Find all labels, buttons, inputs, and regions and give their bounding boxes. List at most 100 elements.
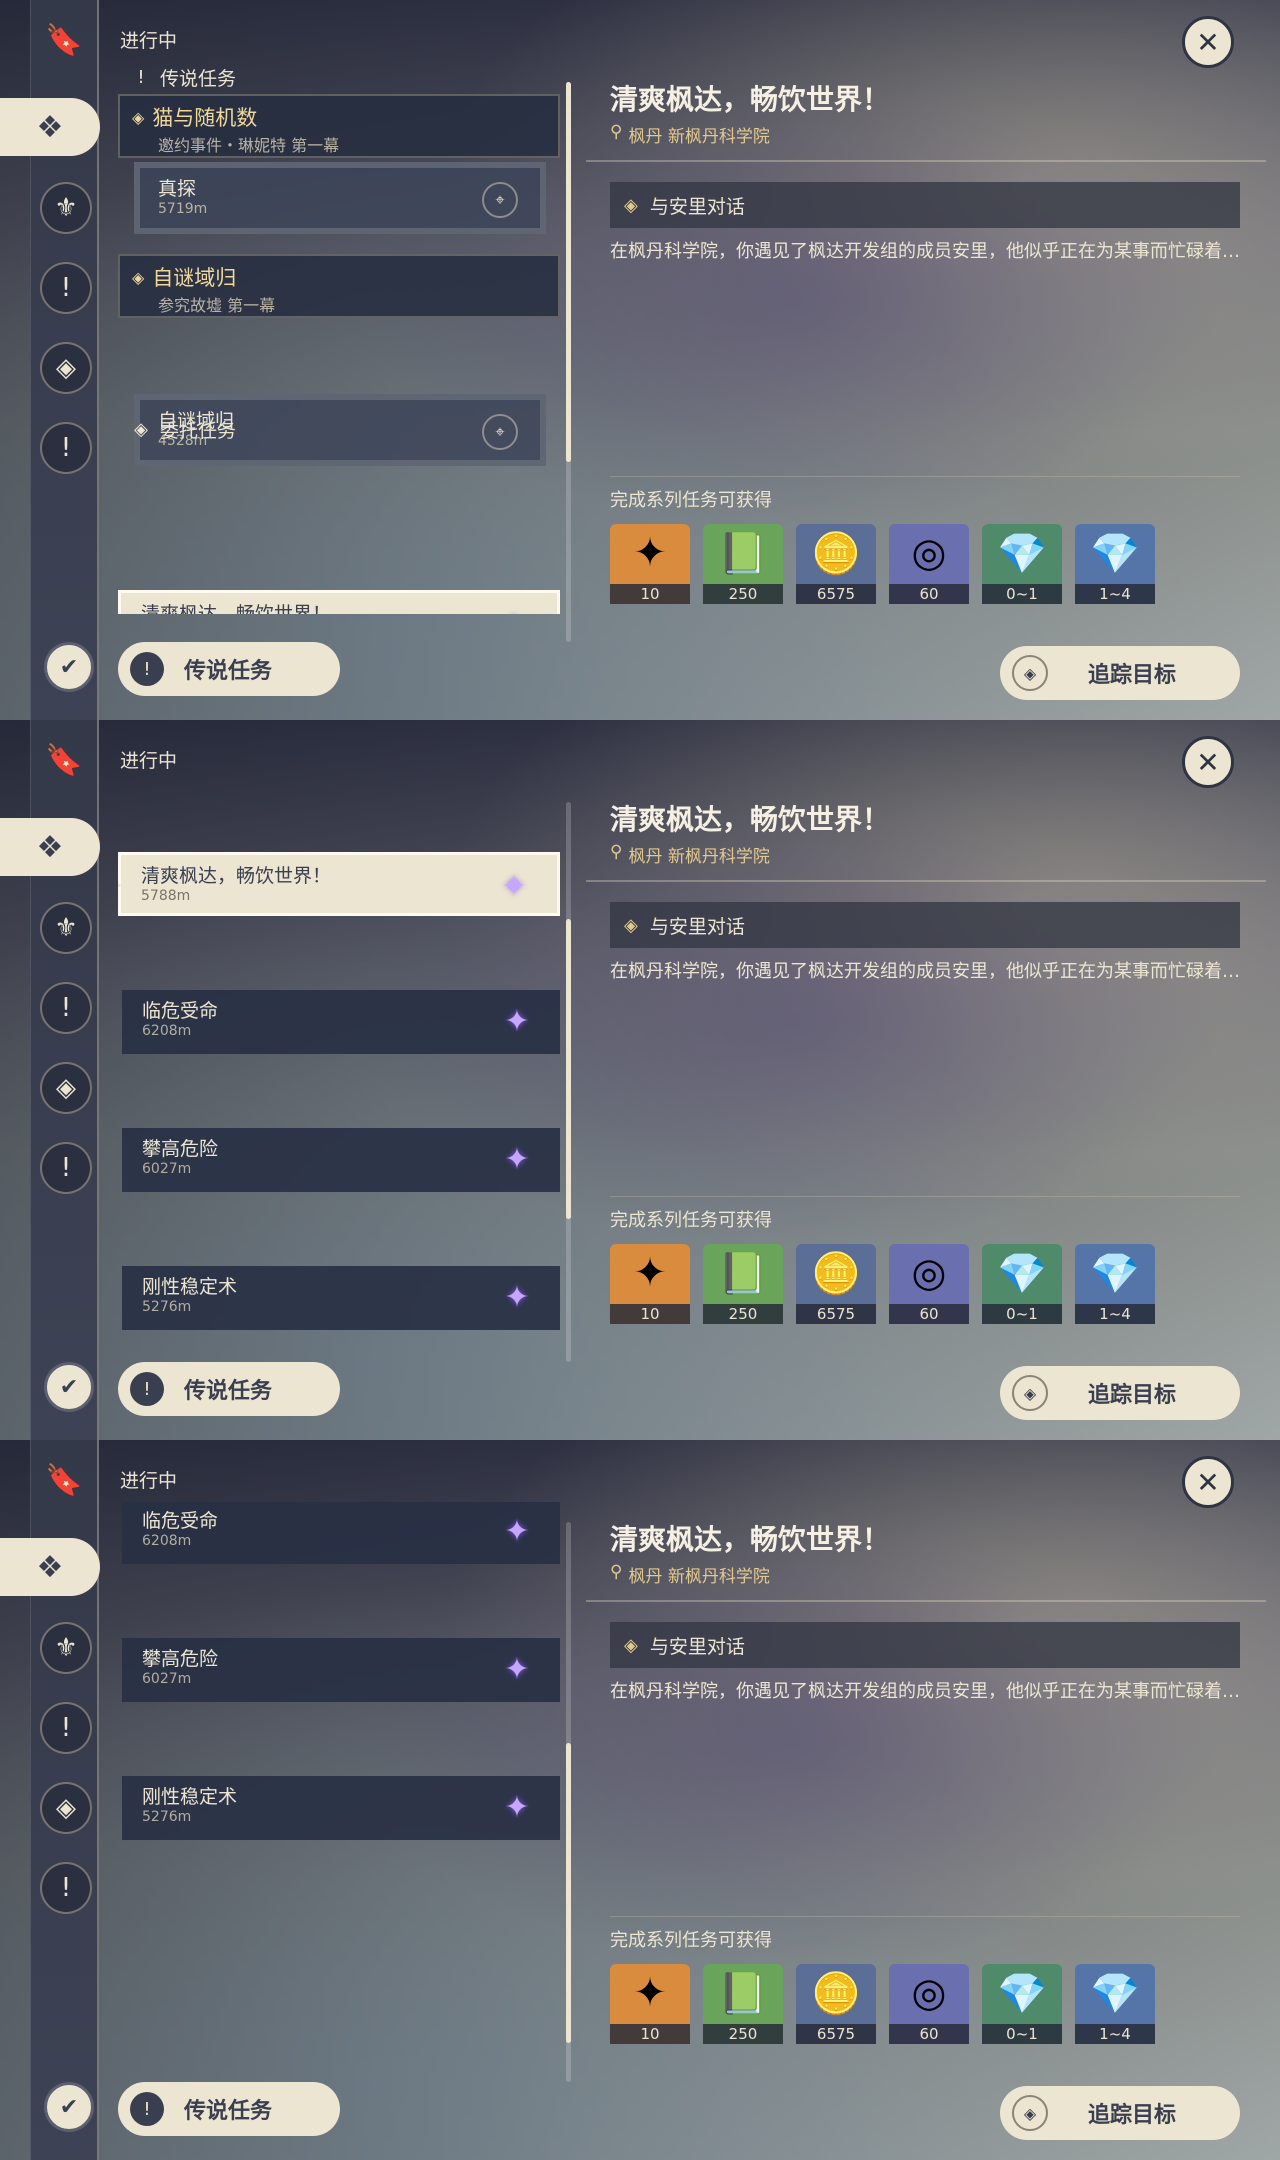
quest-location: ⚲ 枫丹 新枫丹科学院: [610, 1562, 770, 1587]
legend-quest-chapter[interactable]: ◈ 猫与随机数 邀约事件・琳妮特 第一幕: [118, 94, 560, 158]
quest-category-archon-tab[interactable]: ⚜: [40, 182, 92, 234]
quest-list-scrollbar[interactable]: [566, 82, 571, 642]
selected-arrow-icon: ▶: [118, 877, 122, 893]
commission-quest-item[interactable]: ▶清爽枫达，畅饮世界！5788m✦: [118, 590, 560, 614]
divider: [586, 160, 1266, 162]
reward-item[interactable]: ◎ 60: [889, 1244, 969, 1324]
close-button[interactable]: ✕: [1182, 16, 1234, 68]
reward-item[interactable]: 🪙 6575: [796, 1244, 876, 1324]
quest-history-icon[interactable]: ✔: [44, 2082, 94, 2132]
reward-label: 完成系列任务可获得: [610, 490, 772, 511]
quest-history-icon[interactable]: ✔: [44, 1362, 94, 1412]
objective-bar: ◈ 与安里对话: [610, 1622, 1240, 1668]
quest-description: 在枫丹科学院，你遇见了枫达开发组的成员安里，他似乎正在为某事而忙碌着…: [610, 961, 1240, 982]
quest-category-archon-tab[interactable]: ⚜: [40, 1622, 92, 1674]
primogem-icon: ✦: [633, 1250, 667, 1296]
adventure-exp-icon: 📗: [718, 1971, 768, 2017]
commission-star-icon: ✦: [504, 1789, 530, 1825]
reward-item[interactable]: 💎 0~1: [982, 1964, 1062, 2044]
quest-list[interactable]: !传说任务◈猫与随机数邀约事件・琳妮特 第一幕真探5719m⌖◈自谜域归参究故墟…: [118, 782, 560, 1334]
quest-category-story-tab[interactable]: !: [40, 262, 92, 314]
quest-history-icon[interactable]: ✔: [44, 642, 94, 692]
quest-category-all-tab[interactable]: ❖: [0, 1538, 100, 1596]
quest-book-icon[interactable]: 🔖: [44, 1458, 84, 1502]
world-quest-icon: !: [60, 1153, 72, 1183]
archon-quest-icon: ⚜: [54, 1633, 78, 1663]
quest-category-story-tab[interactable]: !: [40, 1702, 92, 1754]
location-pin-icon[interactable]: ⌖: [482, 182, 518, 218]
status-label: 进行中: [120, 1470, 178, 1492]
quest-category-story-tab[interactable]: !: [40, 982, 92, 1034]
commission-quest-item[interactable]: 临危受命 6208m ✦: [122, 990, 560, 1054]
mora-icon: 🪙: [811, 1971, 861, 2017]
reward-item[interactable]: ✦ 10: [610, 1964, 690, 2044]
crystal-large-icon: 💎: [1090, 531, 1140, 577]
status-label: 进行中: [120, 30, 178, 52]
reward-item[interactable]: 📗 250: [703, 1964, 783, 2044]
adventure-exp-icon: 📗: [718, 531, 768, 577]
commission-quest-item[interactable]: ▶清爽枫达，畅饮世界！5788m✦: [118, 852, 560, 916]
reward-item[interactable]: 🪙 6575: [796, 524, 876, 604]
all-quests-icon: ❖: [36, 1549, 64, 1585]
reward-label: 完成系列任务可获得: [610, 1210, 772, 1231]
commission-quest-item[interactable]: 攀高危险 6027m ✦: [122, 1128, 560, 1192]
reward-item[interactable]: ◎ 60: [889, 524, 969, 604]
track-objective-button[interactable]: ◈ 追踪目标: [1000, 1366, 1240, 1420]
quest-category-archon-tab[interactable]: ⚜: [40, 902, 92, 954]
scrollbar-thumb[interactable]: [566, 1743, 571, 2043]
story-quest-icon: !: [60, 273, 72, 303]
legend-quest-step[interactable]: 真探 5719m ⌖: [134, 162, 546, 234]
reward-item[interactable]: ✦ 10: [610, 524, 690, 604]
commission-diamond-icon: ◈: [134, 418, 148, 440]
legend-quest-button[interactable]: ! 传说任务: [118, 2082, 340, 2136]
reward-item[interactable]: 💎 0~1: [982, 524, 1062, 604]
location-pin-icon: ⚲: [610, 122, 623, 142]
quest-location: ⚲ 枫丹 新枫丹科学院: [610, 842, 770, 867]
legend-quest-button[interactable]: ! 传说任务: [118, 642, 340, 696]
legend-quest-button[interactable]: ! 传说任务: [118, 1362, 340, 1416]
track-objective-button[interactable]: ◈ 追踪目标: [1000, 646, 1240, 700]
quest-title: 清爽枫达，畅饮世界！: [610, 1523, 891, 1556]
objective-diamond-icon: ◈: [624, 914, 638, 936]
reward-item[interactable]: 💎 0~1: [982, 1244, 1062, 1324]
reward-item[interactable]: ✦ 10: [610, 1244, 690, 1324]
track-diamond-icon: ◈: [1012, 655, 1048, 691]
track-objective-button[interactable]: ◈ 追踪目标: [1000, 2086, 1240, 2140]
legend-quest-icon: !: [130, 2092, 164, 2126]
close-button[interactable]: ✕: [1182, 736, 1234, 788]
legend-quest-chapter[interactable]: ◈ 自谜域归 参究故墟 第一幕: [118, 254, 560, 318]
reward-item[interactable]: 🪙 6575: [796, 1964, 876, 2044]
quest-list[interactable]: !传说任务◈猫与随机数邀约事件・琳妮特 第一幕真探5719m⌖◈自谜域归参究故墟…: [118, 1502, 560, 2054]
reward-item[interactable]: 💎 1~4: [1075, 1244, 1155, 1324]
quest-category-world-tab[interactable]: !: [40, 1142, 92, 1194]
commission-quest-item[interactable]: 刚性稳定术 5276m ✦: [122, 1266, 560, 1330]
quest-category-commission-tab[interactable]: ◈: [40, 342, 92, 394]
quest-title: 清爽枫达，畅饮世界！: [610, 803, 891, 836]
scrollbar-thumb[interactable]: [566, 919, 571, 1219]
quest-category-world-tab[interactable]: !: [40, 1862, 92, 1914]
quest-list-scrollbar[interactable]: [566, 802, 571, 1362]
quest-category-all-tab[interactable]: ❖: [0, 98, 100, 156]
reward-item[interactable]: 💎 1~4: [1075, 1964, 1155, 2044]
reward-list: ✦ 10 📗 250 🪙 6575 ◎ 60 💎 0~1 💎 1~4: [610, 524, 1155, 604]
close-icon: ✕: [1196, 745, 1220, 779]
scrollbar-thumb[interactable]: [566, 82, 571, 462]
reward-item[interactable]: 💎 1~4: [1075, 524, 1155, 604]
quest-category-all-tab[interactable]: ❖: [0, 818, 100, 876]
quest-book-icon[interactable]: 🔖: [44, 738, 84, 782]
quest-category-world-tab[interactable]: !: [40, 422, 92, 474]
reward-item[interactable]: 📗 250: [703, 524, 783, 604]
quest-list-scrollbar[interactable]: [566, 1522, 571, 2082]
crystal-small-icon: 💎: [997, 531, 1047, 577]
reward-item[interactable]: ◎ 60: [889, 1964, 969, 2044]
commission-quest-item[interactable]: 刚性稳定术 5276m ✦: [122, 1776, 560, 1840]
quest-category-commission-tab[interactable]: ◈: [40, 1062, 92, 1114]
quest-book-icon[interactable]: 🔖: [44, 18, 84, 62]
quest-list[interactable]: !传说任务◈猫与随机数邀约事件・琳妮特 第一幕真探5719m⌖◈自谜域归参究故墟…: [118, 62, 560, 614]
commission-quest-item[interactable]: 临危受命 6208m ✦: [122, 1502, 560, 1564]
close-button[interactable]: ✕: [1182, 1456, 1234, 1508]
reward-item[interactable]: 📗 250: [703, 1244, 783, 1324]
quest-category-commission-tab[interactable]: ◈: [40, 1782, 92, 1834]
quest-description: 在枫丹科学院，你遇见了枫达开发组的成员安里，他似乎正在为某事而忙碌着…: [610, 1681, 1240, 1702]
commission-quest-item[interactable]: 攀高危险 6027m ✦: [122, 1638, 560, 1702]
